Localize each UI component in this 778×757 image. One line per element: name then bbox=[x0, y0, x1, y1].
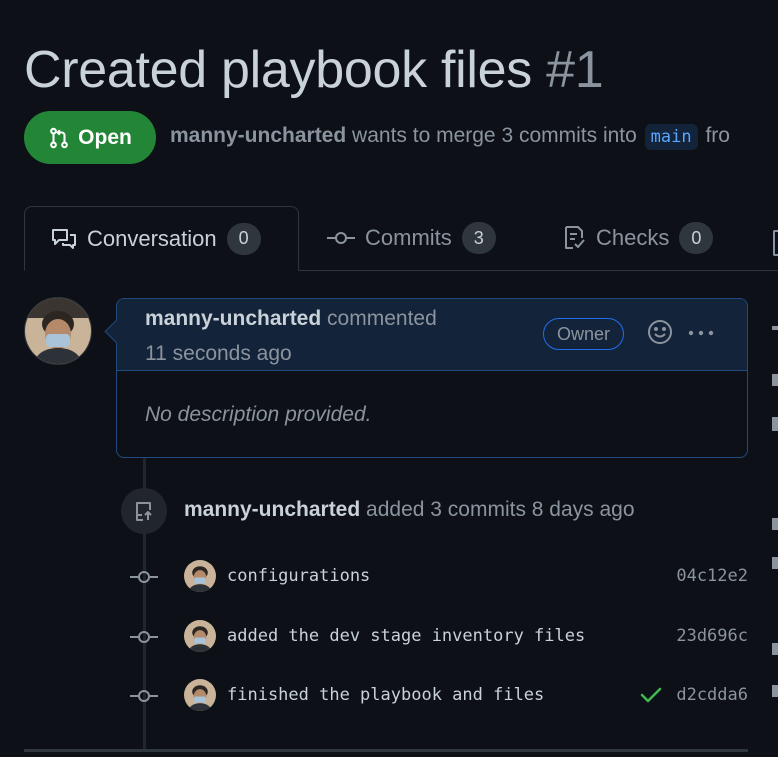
commit-author-avatar[interactable] bbox=[184, 620, 216, 652]
tab-commits-count: 3 bbox=[461, 222, 496, 254]
user-avatar-image bbox=[25, 298, 91, 364]
commit-row: added the dev stage inventory files 23d6… bbox=[128, 620, 748, 656]
comment-body: No description provided. bbox=[145, 403, 372, 426]
pr-state-label: Open bbox=[78, 125, 132, 149]
user-avatar-image bbox=[184, 560, 216, 592]
comment-author-link[interactable]: manny-uncharted bbox=[145, 307, 321, 330]
pr-description-comment: manny-uncharted commented 11 seconds ago… bbox=[104, 298, 748, 458]
git-commit-icon bbox=[130, 631, 158, 643]
commit-row: finished the playbook and files d2cdda6 bbox=[128, 679, 748, 715]
kebab-menu-icon[interactable] bbox=[687, 320, 715, 346]
tab-checks-count: 0 bbox=[679, 222, 714, 254]
comment-action: commented bbox=[327, 307, 437, 330]
base-branch-label[interactable]: main bbox=[644, 124, 698, 150]
git-pull-request-icon bbox=[50, 127, 69, 148]
commit-message-link[interactable]: added the dev stage inventory files bbox=[227, 626, 585, 646]
git-commit-icon bbox=[327, 232, 355, 244]
avatar[interactable] bbox=[24, 297, 92, 365]
pr-merge-summary: manny-uncharted wants to merge 3 commits… bbox=[170, 124, 730, 150]
commit-sha-link[interactable]: 23d696c bbox=[676, 626, 748, 646]
commit-message-link[interactable]: configurations bbox=[227, 566, 370, 586]
pr-author-link[interactable]: manny-uncharted bbox=[170, 124, 346, 147]
commit-sha-link[interactable]: 04c12e2 bbox=[676, 566, 748, 586]
tab-conversation[interactable]: Conversation 0 bbox=[24, 206, 299, 271]
push-event-description: added 3 commits 8 days ago bbox=[366, 498, 635, 521]
commit-sha-link[interactable]: d2cdda6 bbox=[676, 685, 748, 705]
pr-number: #1 bbox=[546, 41, 604, 99]
commit-message-link[interactable]: finished the playbook and files bbox=[227, 685, 544, 705]
pr-title: Created playbook files #1 bbox=[24, 40, 604, 100]
comment-header: manny-uncharted commented 11 seconds ago… bbox=[117, 299, 747, 371]
comment-discussion-icon bbox=[52, 228, 76, 249]
git-commit-icon bbox=[130, 571, 158, 583]
tab-checks[interactable]: Checks 0 bbox=[562, 206, 714, 270]
commit-row: configurations 04c12e2 bbox=[128, 560, 748, 596]
merge-text: wants to merge 3 commits into bbox=[352, 124, 637, 147]
repo-push-icon bbox=[136, 502, 152, 521]
tab-commits-label: Commits bbox=[365, 225, 452, 250]
user-avatar-image bbox=[184, 620, 216, 652]
checklist-icon bbox=[565, 226, 585, 249]
smiley-icon[interactable] bbox=[647, 319, 673, 345]
comment-author-line: manny-uncharted commented bbox=[145, 307, 437, 331]
commit-author-avatar[interactable] bbox=[184, 679, 216, 711]
comment-timestamp[interactable]: 11 seconds ago bbox=[145, 342, 292, 366]
user-avatar-image bbox=[184, 679, 216, 711]
tab-conversation-count: 0 bbox=[226, 222, 261, 255]
from-text: fro bbox=[705, 124, 730, 147]
pr-state-badge: Open bbox=[24, 111, 156, 164]
timeline-divider bbox=[24, 749, 748, 752]
git-commit-icon bbox=[130, 690, 158, 702]
push-event-author-link[interactable]: manny-uncharted bbox=[184, 498, 360, 521]
tab-conversation-label: Conversation bbox=[87, 225, 217, 251]
pr-title-text: Created playbook files bbox=[24, 41, 532, 99]
check-icon[interactable] bbox=[640, 686, 662, 704]
tab-files-icon-partial[interactable] bbox=[773, 230, 778, 256]
push-event-badge bbox=[121, 488, 167, 534]
tab-commits[interactable]: Commits 3 bbox=[327, 206, 496, 270]
tab-checks-label: Checks bbox=[596, 225, 670, 250]
commit-author-avatar[interactable] bbox=[184, 560, 216, 592]
owner-badge: Owner bbox=[543, 318, 625, 350]
push-event-text: manny-uncharted added 3 commits 8 days a… bbox=[184, 498, 635, 522]
